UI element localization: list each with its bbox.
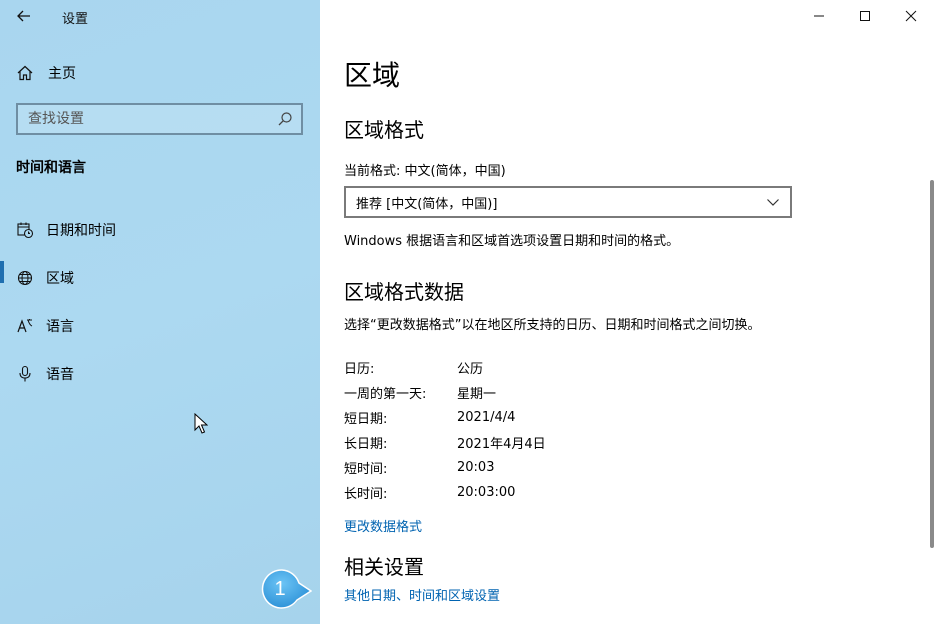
minimize-button[interactable] [796,0,842,32]
related-settings-heading: 相关设置 [344,555,424,579]
globe-icon [16,269,34,287]
row-value: 星期一 [457,387,497,402]
row-value: 20:03 [457,460,495,475]
row-key: 长日期: [344,437,388,452]
close-button[interactable] [888,0,934,32]
main-content: 区域 区域格式 当前格式: 中文(简体，中国) 推荐 [中文(简体，中国)] W… [320,0,934,624]
row-key: 短时间: [344,462,388,477]
sidebar-item-date-time[interactable]: 日期和时间 [0,206,320,254]
region-format-description: Windows 根据语言和区域首选项设置日期和时间的格式。 [344,234,680,249]
maximize-button[interactable] [842,0,888,32]
search-input[interactable] [18,105,268,133]
step-annotation: 1 [258,567,313,611]
region-format-dropdown[interactable]: 推荐 [中文(简体，中国)] [344,186,792,218]
home-icon [17,65,33,81]
title-bar: 设置 [0,0,320,34]
table-row: 一周的第一天: 星期一 [344,380,644,405]
dropdown-value: 推荐 [中文(简体，中国)] [356,196,498,212]
step-number: 1 [274,577,286,600]
table-row: 长日期: 2021年4月4日 [344,430,644,455]
sidebar-item-region[interactable]: 区域 [0,254,320,302]
close-icon [905,10,917,22]
format-data-table: 日历: 公历 一周的第一天: 星期一 短日期: 2021/4/4 长日期: 20… [344,355,644,505]
change-data-format-link[interactable]: 更改数据格式 [344,516,422,535]
format-data-heading: 区域格式数据 [344,280,464,304]
row-key: 一周的第一天: [344,387,427,402]
home-label: 主页 [48,66,76,82]
sidebar-item-language[interactable]: 语言 [0,302,320,350]
sidebar-item-label: 日期和时间 [46,223,116,239]
search-box[interactable] [16,103,303,135]
row-value: 2021/4/4 [457,410,516,425]
current-format-label: 当前格式: 中文(简体，中国) [344,164,506,179]
sidebar-nav: 日期和时间 区域 语言 语音 [0,206,320,398]
row-value: 20:03:00 [457,485,516,500]
back-button[interactable] [12,5,36,27]
table-row: 短日期: 2021/4/4 [344,405,644,430]
microphone-icon [16,365,34,383]
window-controls [796,0,934,32]
minimize-icon [814,15,824,17]
page-title: 区域 [344,59,401,92]
row-key: 长时间: [344,487,388,502]
sidebar: 设置 主页 时间和语言 日期和时间 [0,0,320,624]
table-row: 短时间: 20:03 [344,455,644,480]
search-icon[interactable] [277,111,293,127]
app-title: 设置 [62,12,89,27]
sidebar-item-speech[interactable]: 语音 [0,350,320,398]
row-key: 日历: [344,362,375,377]
table-row: 日历: 公历 [344,355,644,380]
calendar-clock-icon [16,221,34,239]
row-value: 2021年4月4日 [457,437,546,452]
scrollbar[interactable] [930,180,934,548]
format-data-description: 选择“更改数据格式”以在地区所支持的日历、日期和时间格式之间切换。 [344,318,761,333]
additional-date-time-region-link[interactable]: 其他日期、时间和区域设置 [344,585,500,604]
sidebar-item-label: 语言 [46,319,74,335]
mouse-cursor-icon [194,413,208,434]
back-arrow-icon [17,10,30,22]
home-nav-item[interactable]: 主页 [16,62,306,84]
row-key: 短日期: [344,412,388,427]
table-row: 长时间: 20:03:00 [344,480,644,505]
section-title: 时间和语言 [16,160,86,176]
language-icon [16,317,34,335]
sidebar-item-label: 语音 [46,367,74,383]
row-value: 公历 [457,362,484,377]
maximize-icon [860,11,870,21]
sidebar-item-label: 区域 [46,271,74,287]
chevron-down-icon [767,199,779,206]
region-format-heading: 区域格式 [344,118,424,142]
